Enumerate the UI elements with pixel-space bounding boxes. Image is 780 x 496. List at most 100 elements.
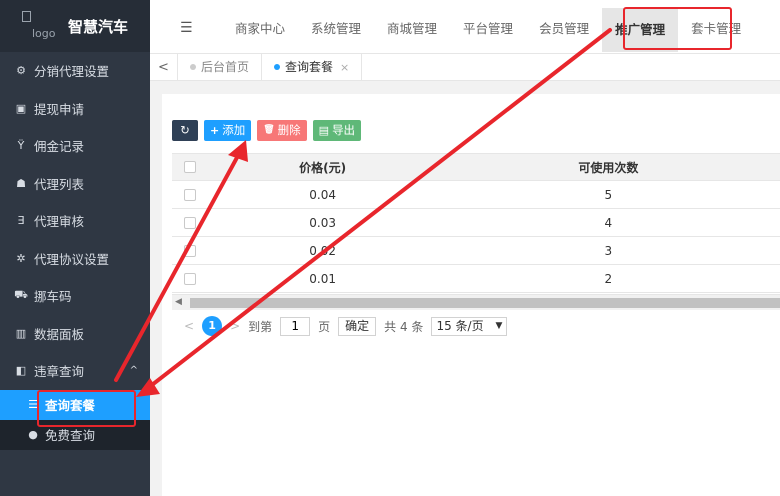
trash-icon: 🗑 — [263, 125, 275, 135]
annotation-box-sidebar — [37, 390, 136, 427]
refresh-icon: ↻ — [180, 123, 190, 137]
tab-label: 查询套餐 — [285, 59, 334, 74]
cell-times: 4 — [604, 215, 613, 230]
page-unit-label: 页 — [318, 319, 331, 334]
cell-times: 5 — [604, 187, 613, 202]
total-count: 共 4 条 — [384, 319, 424, 334]
settings-icon: ✲ — [16, 251, 26, 265]
table-header: 价格(元) 可使用次数 — [172, 154, 780, 181]
sidebar-item[interactable]: ▣ 提现申请 — [0, 90, 150, 128]
page-size-value: 15 条/页 — [436, 318, 484, 333]
tabs-back-icon[interactable]: < — [150, 53, 178, 81]
cell-price: 0.02 — [309, 243, 336, 258]
page-tab[interactable]: 查询套餐 × — [262, 53, 363, 81]
sidebar-item[interactable]: ⚙ 分销代理设置 — [0, 52, 150, 90]
bar-chart-icon: ▥ — [15, 326, 27, 340]
row-checkbox[interactable] — [184, 216, 197, 229]
header-price: 价格(元) — [299, 160, 347, 175]
page-tab[interactable]: 后台首页 — [178, 53, 263, 81]
current-page[interactable]: 1 — [202, 316, 223, 336]
cell-times: 2 — [604, 271, 613, 286]
ticket-icon: ◧ — [15, 364, 27, 378]
sidebar-item[interactable]: ▥ 数据面板 — [0, 315, 150, 353]
gear-icon: ⚙ — [16, 64, 26, 78]
top-nav-item[interactable]: 商城管理 — [374, 0, 450, 54]
add-button[interactable]: + 添加 — [204, 120, 252, 141]
prev-page-button[interactable]: < — [184, 319, 194, 333]
export-button[interactable]: ▤ 导出 — [312, 120, 362, 141]
annotation-box-top-nav — [623, 7, 732, 50]
logo-image: logo — [22, 11, 60, 41]
css3-icon: ∃ — [17, 214, 25, 228]
users-icon: ☗ — [16, 176, 26, 190]
header-times: 可使用次数 — [578, 160, 639, 175]
tab-dot-icon — [274, 64, 281, 70]
top-nav-item[interactable]: 平台管理 — [450, 0, 526, 54]
cell-times: 3 — [604, 243, 613, 258]
cell-price: 0.03 — [309, 215, 336, 230]
caret-up-icon: ^ — [129, 365, 138, 377]
sidebar-item[interactable]: ⛟ 挪车码 — [0, 277, 150, 315]
sidebar-item[interactable]: ☗ 代理列表 — [0, 165, 150, 203]
sidebar-item-label: 代理协议设置 — [34, 251, 110, 267]
sidebar-menu: ⚙ 分销代理设置 ▣ 提现申请 Ϋ 佣金记录 ☗ 代理列表 ∃ 代理审核 ✲ 代理协议设置 ⛟ 挪车码 ▥ 数… — [0, 52, 150, 390]
row-checkbox[interactable] — [184, 244, 197, 257]
table-row: 0.01 2 — [172, 265, 780, 293]
pagination: < 1 > 到第 页 确定 共 4 条 15 条/页 ▼ — [184, 316, 508, 336]
next-page-button[interactable]: > — [230, 319, 240, 333]
admin-page: logo 智慧汽车 ⚙ 分销代理设置 ▣ 提现申请 Ϋ 佣金记录 ☗ 代理列表 ∃ 代理审核 ✲ 代理… — [0, 0, 780, 496]
sidebar-item[interactable]: ∃ 代理审核 — [0, 202, 150, 240]
plus-icon: + — [210, 124, 220, 137]
top-nav-item[interactable]: 会员管理 — [526, 0, 602, 54]
data-table: 价格(元) 可使用次数 0.04 5 0.03 4 0.02 3 0.01 2 — [172, 153, 780, 293]
select-all-checkbox[interactable] — [184, 161, 197, 173]
table-toolbar: ↻ + 添加 🗑 删除 ▤ 导出 — [172, 120, 362, 141]
row-checkbox[interactable] — [184, 272, 197, 285]
sidebar-item-label: 数据面板 — [34, 326, 85, 342]
sidebar-item-label: 分销代理设置 — [34, 64, 110, 80]
top-nav-item[interactable]: 商家中心 — [222, 0, 298, 54]
sidebar-item-label: 违章查询 — [34, 364, 85, 380]
horizontal-scrollbar[interactable]: ◀ — [172, 294, 780, 310]
sidebar-item[interactable]: ✲ 代理协议设置 — [0, 240, 150, 278]
broken-image-icon — [22, 11, 31, 22]
cell-price: 0.04 — [309, 187, 336, 202]
tab-dot-icon — [190, 64, 196, 70]
table-row: 0.03 4 — [172, 209, 780, 237]
delete-button[interactable]: 🗑 删除 — [257, 120, 307, 141]
close-icon[interactable]: × — [340, 54, 349, 81]
sidebar-item-label: 代理审核 — [34, 214, 85, 230]
cell-price: 0.01 — [309, 271, 336, 286]
scroll-left-icon[interactable]: ◀ — [175, 297, 182, 307]
sidebar-subitem-label: 免费查询 — [45, 428, 96, 443]
glass-icon: Ϋ — [17, 139, 25, 153]
sidebar-item-label: 佣金记录 — [34, 139, 85, 155]
sidebar-item-label: 提现申请 — [34, 101, 85, 117]
top-nav-item[interactable]: 系统管理 — [298, 0, 374, 54]
refresh-button[interactable]: ↻ — [172, 120, 198, 141]
goto-label: 到第 — [248, 319, 273, 334]
export-icon: ▤ — [318, 124, 330, 137]
scrollbar-thumb[interactable] — [190, 298, 780, 308]
logo-alt-text: logo — [32, 27, 56, 40]
sidebar-item[interactable]: ◧ 违章查询 ^ — [0, 352, 150, 390]
page-number-input[interactable] — [280, 316, 311, 336]
delete-button-label: 删除 — [277, 123, 301, 137]
content-card: ↻ + 添加 🗑 删除 ▤ 导出 价格(元) 可使用次数 0.04 5 0.03 4 0… — [162, 94, 780, 496]
logo-area: logo 智慧汽车 — [0, 0, 150, 52]
tabs-list: 后台首页 查询套餐 × — [178, 53, 363, 81]
car-icon: ⛟ — [14, 288, 28, 302]
table-row: 0.02 3 — [172, 237, 780, 265]
confirm-page-button[interactable]: 确定 — [338, 316, 377, 336]
sidebar-item-label: 代理列表 — [34, 176, 85, 192]
sidebar-item[interactable]: Ϋ 佣金记录 — [0, 127, 150, 165]
money-icon: ▣ — [15, 101, 27, 115]
sidebar-item-label: 挪车码 — [34, 289, 72, 305]
page-size-select[interactable]: 15 条/页 ▼ — [431, 316, 508, 336]
export-button-label: 导出 — [332, 123, 356, 137]
menu-toggle-icon[interactable]: ☰ — [180, 20, 193, 36]
dropdown-icon: ▼ — [495, 320, 503, 331]
row-checkbox[interactable] — [184, 188, 197, 201]
app-title: 智慧汽车 — [68, 17, 129, 36]
coin-icon: ● — [28, 428, 38, 441]
